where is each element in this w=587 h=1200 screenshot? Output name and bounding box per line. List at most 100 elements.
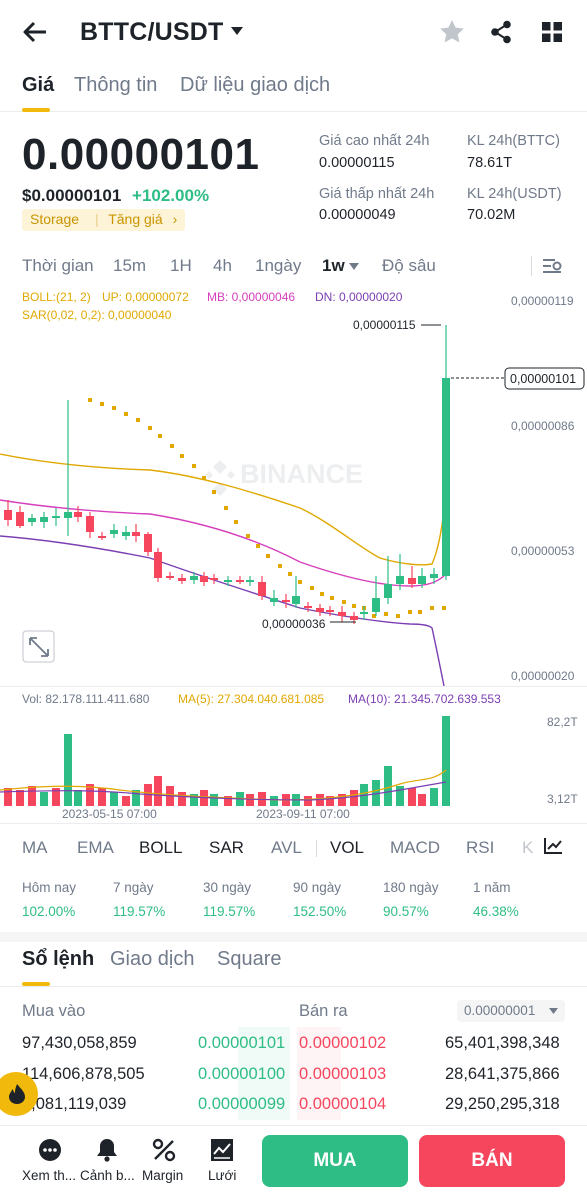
low-label: Giá thấp nhất 24h bbox=[319, 186, 435, 202]
usd-price-line: $0.00000101 +102.00% bbox=[22, 186, 209, 206]
bid-qty: 114,606,878,505 bbox=[22, 1065, 145, 1083]
tf-time[interactable]: Thời gian bbox=[22, 256, 94, 276]
margin-icon[interactable] bbox=[152, 1138, 176, 1162]
candle-body bbox=[16, 512, 24, 526]
sar-dot bbox=[246, 534, 250, 538]
ind-macd[interactable]: MACD bbox=[390, 838, 440, 858]
buy-button[interactable]: MUA bbox=[262, 1135, 408, 1187]
volume-bar bbox=[98, 788, 106, 806]
tag-pill[interactable]: Storage | Tăng giá › bbox=[22, 209, 186, 231]
boll-label: BOLL:(21, 2) bbox=[22, 290, 91, 304]
expand-icon[interactable] bbox=[22, 630, 55, 663]
bid-qty: 97,430,058,859 bbox=[22, 1034, 137, 1052]
ind-sar[interactable]: SAR bbox=[209, 838, 244, 858]
ind-rsi[interactable]: RSI bbox=[466, 838, 494, 858]
ask-qty: 65,401,398,348 bbox=[445, 1034, 560, 1052]
chevron-down-icon[interactable] bbox=[230, 26, 244, 36]
candlestick-chart[interactable]: BOLL:(21, 2) UP: 0,00000072 MB: 0,000000… bbox=[0, 286, 587, 686]
usd-price: $0.00000101 bbox=[22, 186, 122, 205]
sar-dot bbox=[180, 454, 184, 458]
price-change: +102.00% bbox=[132, 186, 210, 205]
sar-dot bbox=[278, 564, 282, 568]
candle-body bbox=[86, 516, 94, 532]
star-icon[interactable] bbox=[439, 19, 465, 44]
candle-body bbox=[110, 530, 118, 534]
sar-dot bbox=[224, 506, 228, 510]
sar-dot bbox=[212, 490, 216, 494]
top-bar: BTTC/USDT bbox=[0, 0, 587, 64]
ask-qty: 29,250,295,318 bbox=[445, 1095, 560, 1113]
back-arrow-icon[interactable] bbox=[22, 20, 48, 44]
candle-body bbox=[304, 606, 312, 608]
volume-bar bbox=[40, 792, 48, 806]
tf-1w[interactable]: 1w bbox=[322, 256, 345, 276]
ask-price: 0.00000102 bbox=[299, 1034, 387, 1052]
sar-dot bbox=[234, 520, 238, 524]
candle-body bbox=[408, 578, 416, 584]
ind-avl[interactable]: AVL bbox=[271, 838, 302, 858]
candle-body bbox=[210, 578, 218, 580]
candle-body bbox=[122, 532, 130, 536]
axis-label: 0,00000086 bbox=[511, 419, 575, 433]
ask-price: 0.00000104 bbox=[299, 1095, 387, 1113]
vol-quote-value: 70.02M bbox=[467, 207, 516, 223]
candle-body bbox=[144, 534, 152, 552]
ind-vol[interactable]: VOL bbox=[330, 838, 364, 858]
chevron-down-icon bbox=[549, 1008, 558, 1014]
tag-storage[interactable]: Storage bbox=[30, 211, 79, 227]
tab-info[interactable]: Thông tin bbox=[74, 74, 157, 97]
sar-dot bbox=[330, 596, 334, 600]
tf-depth[interactable]: Độ sâu bbox=[382, 256, 436, 276]
tab-square[interactable]: Square bbox=[217, 948, 282, 971]
volume-bar bbox=[178, 792, 186, 806]
volume-bar bbox=[350, 790, 358, 806]
axis-label: 0,00000053 bbox=[511, 544, 575, 558]
low-value: 0.00000049 bbox=[319, 207, 396, 223]
bell-icon[interactable] bbox=[96, 1137, 118, 1162]
share-icon[interactable] bbox=[490, 20, 512, 44]
candle-body bbox=[236, 580, 244, 582]
grid-icon[interactable] bbox=[541, 21, 563, 43]
tab-trades[interactable]: Giao dịch bbox=[110, 948, 195, 971]
tf-1day[interactable]: 1ngày bbox=[255, 256, 301, 276]
sar-dot bbox=[352, 604, 356, 608]
sar-dot bbox=[288, 572, 292, 576]
ind-ema[interactable]: EMA bbox=[77, 838, 114, 858]
tf-4h[interactable]: 4h bbox=[213, 256, 232, 276]
tab-price[interactable]: Giá bbox=[22, 74, 54, 97]
volume-bar bbox=[28, 786, 36, 806]
ind-kd[interactable]: KD bbox=[522, 838, 534, 858]
volume-bar bbox=[74, 790, 82, 806]
divider bbox=[0, 1125, 587, 1126]
chart-settings-icon[interactable] bbox=[542, 257, 562, 275]
tag-gain[interactable]: Tăng giá bbox=[108, 211, 162, 227]
more-icon[interactable] bbox=[38, 1138, 62, 1162]
tf-1h[interactable]: 1H bbox=[170, 256, 192, 276]
perf-label: 7 ngày bbox=[113, 880, 154, 895]
perf-value: 46.38% bbox=[473, 904, 519, 919]
precision-select[interactable]: 0.00000001 bbox=[457, 1000, 565, 1022]
volume-bar bbox=[418, 794, 426, 806]
bid-price: 0.00000099 bbox=[198, 1095, 286, 1113]
sar-dot bbox=[384, 612, 388, 616]
tab-trading-data[interactable]: Dữ liệu giao dịch bbox=[180, 74, 330, 97]
tf-15m[interactable]: 15m bbox=[113, 256, 146, 276]
grid-bot-icon[interactable] bbox=[210, 1138, 234, 1162]
sar-dot bbox=[202, 476, 206, 480]
volume-bar bbox=[210, 794, 218, 806]
sar-dot bbox=[320, 592, 324, 596]
ind-ma[interactable]: MA bbox=[22, 838, 48, 858]
pair-title[interactable]: BTTC/USDT bbox=[80, 18, 223, 47]
candle-body bbox=[326, 610, 334, 612]
tab-orderbook[interactable]: Sổ lệnh bbox=[22, 948, 94, 971]
high-label: Giá cao nhất 24h bbox=[319, 133, 430, 149]
volume-bar bbox=[4, 788, 12, 806]
candle-body bbox=[40, 517, 48, 522]
volume-bar bbox=[110, 792, 118, 806]
ind-boll[interactable]: BOLL bbox=[139, 838, 182, 858]
perf-value: 119.57% bbox=[113, 904, 166, 919]
sell-button[interactable]: BÁN bbox=[419, 1135, 565, 1187]
indicator-settings-icon[interactable] bbox=[543, 837, 563, 855]
volume-bar bbox=[304, 796, 312, 806]
perf-label: 30 ngày bbox=[203, 880, 252, 895]
